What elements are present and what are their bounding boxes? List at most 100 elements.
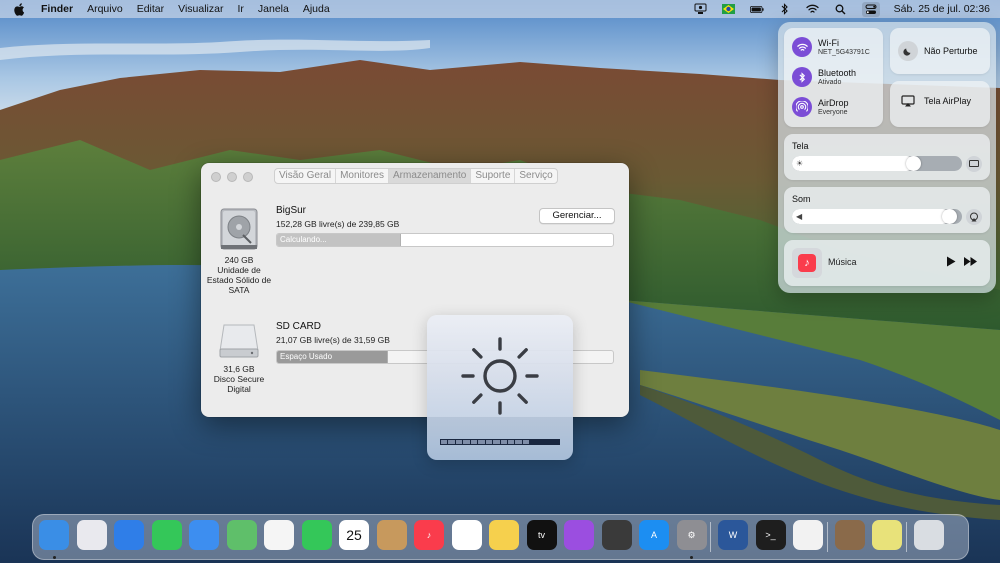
sun-icon [461, 337, 539, 415]
brazil-flag-icon[interactable] [722, 3, 736, 15]
zoom-button[interactable] [243, 172, 253, 182]
slider-fill [792, 156, 915, 171]
menu-editar[interactable]: Editar [137, 3, 164, 15]
sun-small-icon: ☀ [796, 159, 804, 168]
dock-trash-icon[interactable] [913, 520, 944, 550]
display-brightness-slider[interactable]: ☀ [792, 156, 962, 171]
menu-janela[interactable]: Janela [258, 3, 289, 15]
bluetooth-label: Bluetooth [818, 68, 857, 78]
dock-calendar-icon[interactable]: 25 [339, 520, 369, 550]
spotlight-icon[interactable] [834, 3, 848, 15]
dock-separator [826, 522, 828, 552]
audio-output-icon[interactable] [966, 209, 982, 225]
control-center-panel: Wi-Fi NET_5G43791C Bluetooth Ativado Air… [778, 22, 996, 293]
dock-reminders-icon[interactable] [451, 520, 482, 550]
dock-separator [710, 522, 711, 552]
tab-suporte[interactable]: Suporte [471, 169, 516, 183]
dock-system-preferences-icon[interactable]: ⚙ [676, 520, 707, 550]
do-not-disturb-tile[interactable]: Não Perturbe [890, 28, 990, 74]
brightness-segment [515, 440, 522, 444]
close-button[interactable] [211, 172, 221, 182]
network-tile: Wi-Fi NET_5G43791C Bluetooth Ativado Air… [784, 28, 883, 127]
dock-final-cut-pro-icon[interactable] [601, 520, 632, 550]
slider-knob[interactable] [942, 209, 958, 224]
tab-visao-geral[interactable]: Visão Geral [275, 169, 337, 183]
menu-ir[interactable]: Ir [237, 3, 243, 15]
dock-maps-icon[interactable] [226, 520, 257, 550]
brightness-segment [485, 440, 493, 444]
bluetooth-icon[interactable] [778, 3, 792, 15]
manage-button[interactable]: Gerenciar... [539, 208, 615, 224]
dock-music-icon[interactable]: ♪ [414, 520, 444, 550]
dock-apple-tv-icon[interactable]: tv [526, 520, 557, 550]
app-menu-finder[interactable]: Finder [41, 3, 73, 15]
disk-icon-column: 240 GB Unidade de Estado Sólido de SATA [205, 205, 273, 295]
storage-bar[interactable]: Calculando... [276, 233, 614, 247]
now-playing-tile[interactable]: ♪ Música [784, 240, 990, 286]
airplay-tile[interactable]: Tela AirPlay [890, 81, 990, 127]
brightness-segment [545, 440, 552, 444]
brightness-segment [530, 440, 537, 444]
external-drive-icon [219, 324, 259, 358]
brightness-segment [448, 440, 455, 444]
wifi-icon[interactable] [806, 3, 820, 15]
bluetooth-icon [792, 67, 812, 87]
dock-launchpad-icon[interactable] [76, 520, 107, 550]
menu-arquivo[interactable]: Arquivo [87, 3, 123, 15]
dock-notes-icon[interactable] [489, 520, 519, 550]
volume-slider[interactable]: ◀ [792, 209, 962, 224]
speaker-icon: ◀ [796, 212, 803, 221]
dock-app-store-icon[interactable]: A [639, 520, 669, 550]
apple-menu-icon[interactable] [14, 2, 28, 16]
brightness-hud [427, 315, 573, 460]
display-settings-icon[interactable] [966, 156, 982, 172]
menu-ajuda[interactable]: Ajuda [303, 3, 330, 15]
menu-visualizar[interactable]: Visualizar [178, 3, 223, 15]
airdrop-status: Everyone [818, 109, 848, 116]
tab-monitores[interactable]: Monitores [336, 169, 389, 183]
screen-sharing-icon[interactable] [694, 3, 708, 15]
dock-safari-icon[interactable] [114, 520, 144, 550]
dock-facetime-icon[interactable] [301, 520, 332, 550]
moon-icon [898, 41, 918, 61]
disk-caption: 31,6 GB Disco Secure Digital [213, 364, 265, 394]
bluetooth-toggle[interactable]: Bluetooth Ativado [792, 67, 856, 87]
music-app-icon: ♪ [792, 248, 822, 278]
control-center-icon[interactable] [861, 1, 880, 17]
dock-word-icon[interactable]: W [718, 520, 748, 550]
brightness-segment [537, 440, 545, 444]
dock-textedit-icon[interactable] [793, 520, 823, 550]
menubar-clock[interactable]: Sáb. 25 de jul. 02:36 [894, 3, 990, 15]
brightness-segment [500, 440, 507, 444]
airdrop-toggle[interactable]: AirDrop Everyone [792, 97, 849, 117]
wifi-label: Wi-Fi [818, 38, 839, 48]
dock-podcasts-icon[interactable] [564, 520, 594, 550]
dock-stickies-doc-icon[interactable] [872, 520, 902, 550]
dock-mail-icon[interactable] [189, 520, 219, 550]
wifi-toggle[interactable]: Wi-Fi NET_5G43791C [792, 37, 870, 57]
disk-free-space: 152,28 GB livre(s) de 239,85 GB [276, 219, 400, 229]
dock-finder-icon[interactable] [39, 520, 69, 550]
tab-armazenamento[interactable]: Armazenamento [388, 169, 472, 183]
dock-terminal-icon[interactable]: >_ [755, 520, 786, 550]
dnd-label: Não Perturbe [924, 46, 978, 56]
brightness-segment [507, 440, 515, 444]
wifi-icon [792, 37, 812, 57]
window-tabs: Visão Geral Monitores Armazenamento Supo… [274, 168, 558, 184]
brightness-segment [478, 440, 485, 444]
fast-forward-icon[interactable] [964, 257, 977, 269]
airdrop-label: AirDrop [818, 98, 849, 108]
dock-running-indicator [52, 556, 56, 559]
tab-servico[interactable]: Serviço [515, 169, 556, 183]
battery-icon[interactable] [749, 3, 764, 15]
dock-separator [905, 522, 907, 552]
slider-knob[interactable] [906, 156, 922, 171]
dock-messages-icon[interactable] [151, 520, 182, 550]
dock-photo-stack-icon[interactable] [834, 520, 865, 550]
window-titlebar[interactable]: Visão Geral Monitores Armazenamento Supo… [201, 163, 629, 191]
minimize-button[interactable] [227, 172, 237, 182]
play-icon[interactable] [946, 256, 956, 270]
airplay-label: Tela AirPlay [924, 96, 972, 106]
dock-photos-icon[interactable] [264, 520, 294, 550]
dock-contacts-icon[interactable] [376, 520, 407, 550]
